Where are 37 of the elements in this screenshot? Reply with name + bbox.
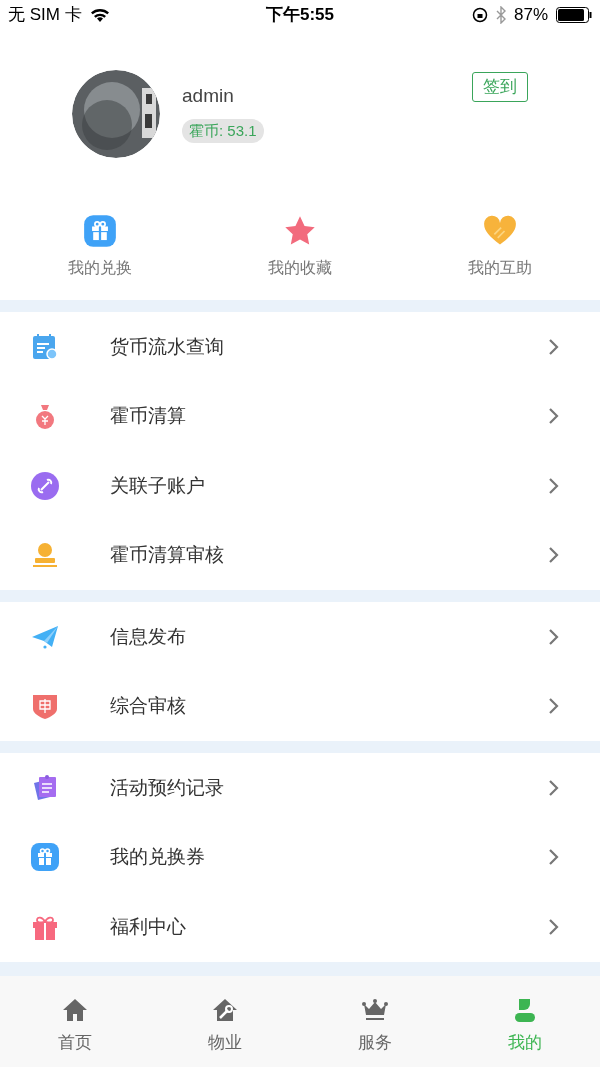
shortcut-button[interactable]: 我的互助: [400, 200, 600, 300]
gift-icon: [30, 842, 60, 873]
battery-label: 87%: [513, 4, 548, 27]
menu-item[interactable]: 信息发布: [0, 602, 600, 672]
gift-icon: [83, 214, 117, 248]
menu-item[interactable]: 关联子账户: [0, 451, 600, 521]
tab-bar-item[interactable]: 物业: [150, 975, 300, 1067]
menu-item[interactable]: 活动预约记录: [0, 753, 600, 823]
menu-item[interactable]: 我的兑换券: [0, 822, 600, 892]
coin-balance: 霍币: 53.1: [182, 118, 264, 143]
bluetooth-icon: [495, 6, 506, 24]
menu-item[interactable]: 综合审核: [0, 671, 600, 741]
menu-item[interactable]: 霍币清算审核: [0, 520, 600, 590]
chevron-right-icon: [548, 848, 560, 867]
battery-icon: [556, 7, 592, 23]
clock-label: 下午5:55: [266, 4, 334, 27]
chevron-right-icon: [548, 407, 560, 426]
chevron-right-icon: [548, 476, 560, 495]
chevron-right-icon: [548, 917, 560, 936]
menu-item[interactable]: 货币流水查询: [0, 312, 600, 382]
link-icon: [30, 470, 60, 501]
rotation-lock-icon: [471, 7, 488, 23]
wifi-icon: [89, 7, 110, 23]
menu-item[interactable]: 霍币清算: [0, 381, 600, 451]
shortcut-button[interactable]: 我的兑换: [0, 200, 200, 300]
shortcut-button[interactable]: 我的收藏: [200, 200, 400, 300]
carrier-label: 无 SIM 卡: [8, 4, 82, 27]
tab-bar-item[interactable]: 服务: [300, 975, 450, 1067]
chevron-right-icon: [548, 697, 560, 716]
chevron-right-icon: [548, 627, 560, 646]
menu-item[interactable]: 福利中心: [0, 892, 600, 962]
calendar-search-icon: [30, 331, 60, 362]
chevron-right-icon: [548, 337, 560, 356]
chevron-right-icon: [548, 546, 560, 565]
tab-bar-item[interactable]: 首页: [0, 975, 150, 1067]
chevron-right-icon: [548, 778, 560, 797]
username: admin: [182, 84, 235, 108]
